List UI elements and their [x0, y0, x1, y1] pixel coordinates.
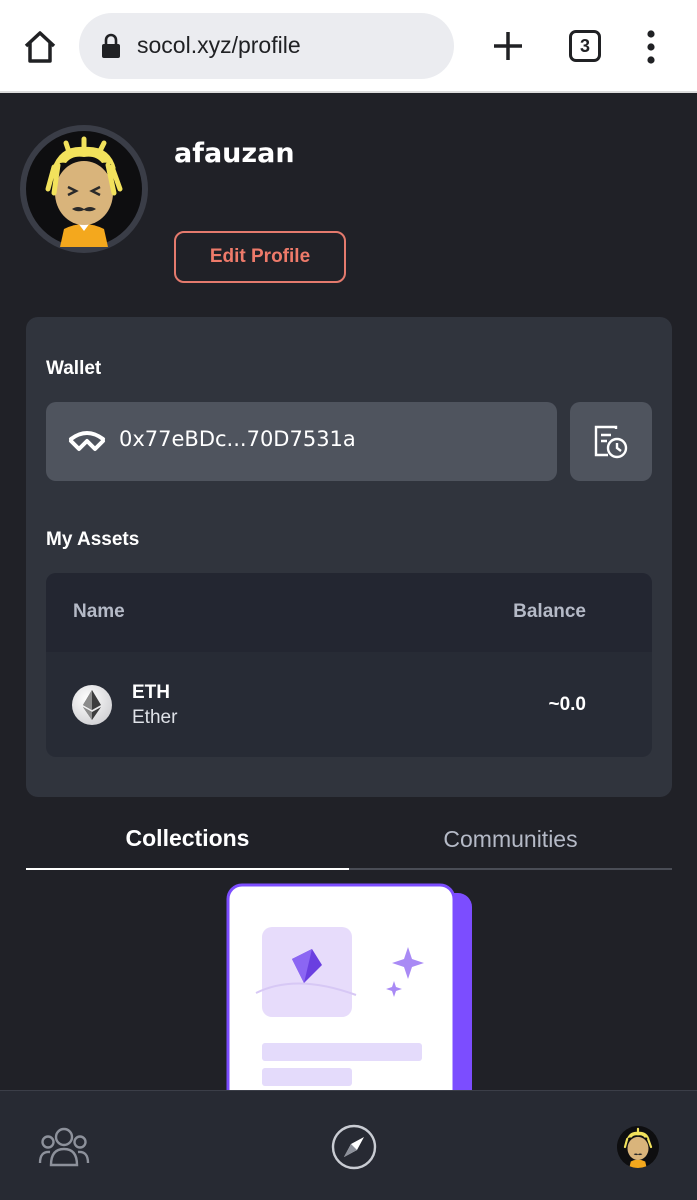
tab-switcher-button[interactable]: 3 — [569, 30, 601, 62]
more-menu-icon[interactable] — [640, 29, 662, 65]
assets-table: Name Balance ETH Ether ~0.0 — [46, 573, 652, 757]
wallet-address-field[interactable]: 0x77eBDc...70D7531a — [46, 402, 557, 481]
bottom-navigation — [0, 1090, 697, 1200]
home-icon[interactable] — [20, 27, 60, 67]
compass-icon[interactable] — [330, 1123, 378, 1171]
wallet-heading: Wallet — [46, 358, 102, 379]
profile-avatar — [20, 125, 148, 253]
edit-profile-button[interactable]: Edit Profile — [174, 231, 346, 283]
asset-name: Ether — [132, 707, 178, 728]
communities-icon[interactable] — [38, 1125, 90, 1169]
empty-collections-illustration — [226, 883, 476, 1117]
tab-collections[interactable]: Collections — [26, 808, 349, 870]
profile-nav-avatar[interactable] — [617, 1126, 659, 1168]
profile-username: afauzan — [174, 138, 295, 169]
asset-balance: ~0.0 — [548, 694, 586, 715]
new-tab-icon[interactable] — [488, 26, 528, 66]
url-text: socol.xyz/profile — [137, 32, 301, 58]
profile-tabs: Collections Communities — [26, 808, 672, 870]
walletconnect-icon — [67, 429, 107, 455]
my-assets-heading: My Assets — [46, 529, 140, 550]
table-header: Name Balance — [46, 573, 652, 652]
lock-icon — [101, 33, 121, 59]
column-header-name: Name — [73, 601, 125, 622]
table-row[interactable]: ETH Ether ~0.0 — [46, 652, 652, 757]
ethereum-icon — [72, 685, 112, 725]
asset-symbol: ETH — [132, 682, 170, 703]
browser-toolbar: socol.xyz/profile 3 — [0, 0, 697, 93]
history-icon — [594, 425, 628, 459]
column-header-balance: Balance — [513, 601, 586, 622]
transaction-history-button[interactable] — [570, 402, 652, 481]
tab-communities[interactable]: Communities — [349, 808, 672, 870]
wallet-card: Wallet 0x77eBDc...70D7531a My Assets Nam… — [26, 317, 672, 797]
wallet-address-text: 0x77eBDc...70D7531a — [119, 427, 356, 451]
address-bar[interactable]: socol.xyz/profile — [79, 13, 454, 79]
